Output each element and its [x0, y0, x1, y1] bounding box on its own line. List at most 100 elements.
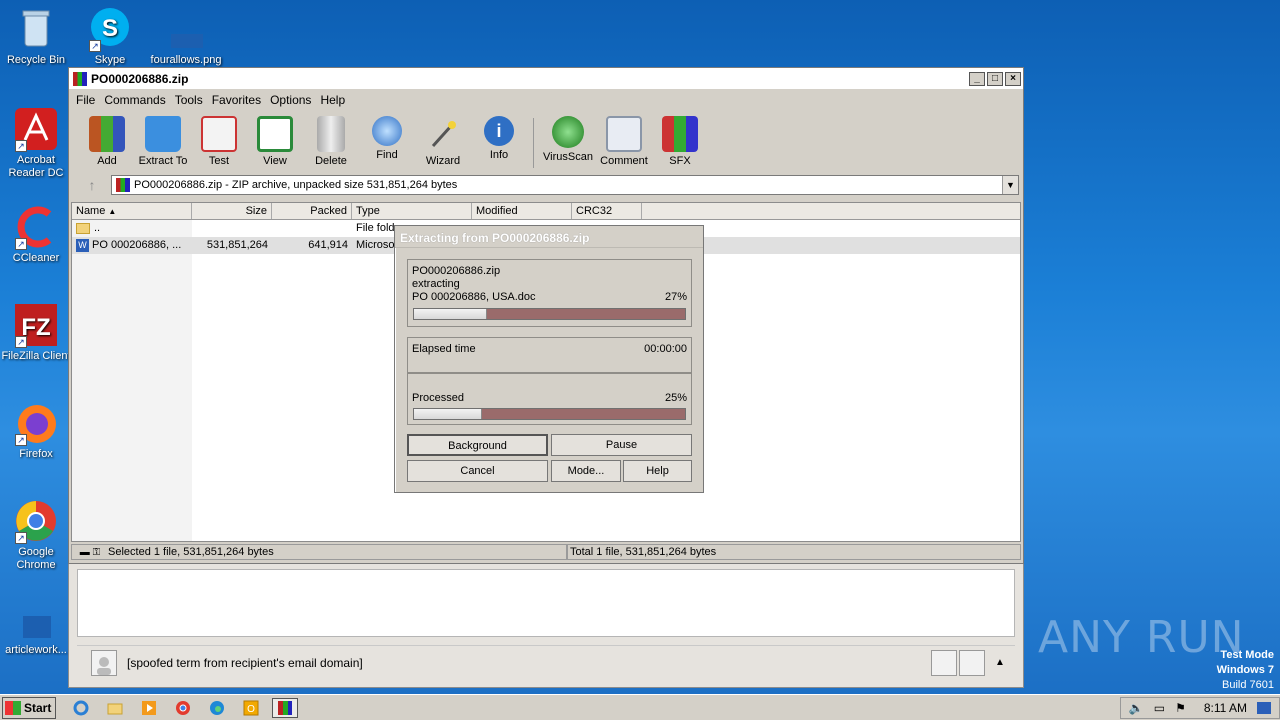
- desktop-icon-ccleaner[interactable]: ↗ CCleaner: [0, 204, 72, 265]
- row-size: [192, 220, 272, 237]
- clock[interactable]: 8:11 AM: [1204, 701, 1247, 715]
- column-packed[interactable]: Packed: [272, 203, 352, 219]
- desktop-icon-skype[interactable]: S ↗ Skype: [74, 6, 146, 67]
- media-player-taskbar-icon[interactable]: [136, 698, 162, 718]
- row-name: W PO 000206886, ...: [72, 237, 192, 254]
- processed-percent: 25%: [664, 392, 687, 404]
- toolbar-extract-button[interactable]: Extract To: [135, 114, 191, 172]
- up-arrow-icon[interactable]: ↑: [73, 177, 111, 193]
- show-desktop-icon[interactable]: [1257, 701, 1271, 714]
- status-total: Total 1 file, 531,851,264 bytes: [567, 544, 1021, 560]
- toolbar-sfx-button[interactable]: SFX: [652, 114, 708, 172]
- comment-icon: [606, 116, 642, 152]
- menu-tools[interactable]: Tools: [172, 93, 209, 107]
- desktop-icon-label: Firefox: [19, 448, 53, 460]
- row-name-text: ..: [94, 222, 101, 234]
- edge-taskbar-icon[interactable]: [204, 698, 230, 718]
- close-button[interactable]: ×: [1005, 71, 1021, 86]
- window-titlebar[interactable]: PO000206886.zip _ □ ×: [69, 68, 1023, 90]
- toolbar-label: Test: [208, 155, 230, 167]
- status-bar: ▬ ⚿ Selected 1 file, 531,851,264 bytes T…: [71, 543, 1021, 561]
- menu-help[interactable]: Help: [317, 93, 351, 107]
- help-button[interactable]: Help: [623, 460, 692, 482]
- taskbar: Start O 🔈 ▭ ⚑ 8:11 AM: [0, 694, 1280, 720]
- test-mode-line: Test Mode: [1220, 649, 1274, 661]
- chrome-taskbar-icon[interactable]: [170, 698, 196, 718]
- toolbar-label: Find: [376, 149, 398, 161]
- start-button[interactable]: Start: [2, 696, 56, 719]
- pause-button[interactable]: Pause: [551, 434, 692, 456]
- action-center-flag-icon[interactable]: ⚑: [1175, 701, 1186, 715]
- desktop-icon-label: Google Chrome: [16, 546, 56, 571]
- folder-icon: [76, 223, 90, 234]
- column-name[interactable]: Name ▲: [72, 203, 192, 219]
- row-name-text: PO 000206886, ...: [92, 239, 182, 251]
- menu-commands[interactable]: Commands: [101, 93, 171, 107]
- outlook-taskbar-icon[interactable]: O: [238, 698, 264, 718]
- maximize-button[interactable]: □: [987, 71, 1003, 86]
- desktop-icon-chrome[interactable]: ↗ Google Chrome: [0, 498, 72, 572]
- status-right-text: Total 1 file, 531,851,264 bytes: [570, 546, 717, 558]
- desktop-icon-firefox[interactable]: ↗ Firefox: [0, 400, 72, 461]
- dialog-title[interactable]: Extracting from PO000206886.zip: [395, 226, 703, 248]
- email-footer: [spoofed term from recipient's email dom…: [77, 645, 1015, 679]
- desktop-icon-recycle-bin[interactable]: Recycle Bin: [0, 6, 72, 67]
- desktop-icon-image-file[interactable]: fourallows.png: [150, 6, 222, 67]
- toolbar-label: Wizard: [425, 155, 461, 167]
- toolbar-info-button[interactable]: i Info: [471, 114, 527, 172]
- contact-avatar-icon: [959, 649, 985, 676]
- volume-icon[interactable]: 🔈: [1129, 701, 1144, 715]
- contact-avatar-icon: [931, 649, 957, 676]
- toolbar-virusscan-button[interactable]: VirusScan: [540, 114, 596, 172]
- ie-taskbar-icon[interactable]: [68, 698, 94, 718]
- network-icon[interactable]: ▭: [1154, 701, 1165, 715]
- winrar-taskbar-icon[interactable]: [272, 697, 298, 718]
- name-column-background: [72, 220, 192, 541]
- column-crc32[interactable]: CRC32: [572, 203, 642, 219]
- column-modified[interactable]: Modified: [472, 203, 572, 219]
- column-type[interactable]: Type: [352, 203, 472, 219]
- status-selected: ▬ ⚿ Selected 1 file, 531,851,264 bytes: [71, 544, 567, 560]
- test-mode-notice: Test Mode Windows 7 Build 7601: [1217, 648, 1274, 693]
- dropdown-arrow-icon[interactable]: ▼: [1002, 176, 1018, 194]
- toolbar-find-button[interactable]: Find: [359, 114, 415, 172]
- toolbar-label: Delete: [315, 155, 347, 167]
- drive-key-icon[interactable]: ▬ ⚿: [72, 547, 108, 558]
- toolbar-view-button[interactable]: View: [247, 114, 303, 172]
- address-field[interactable]: PO000206886.zip - ZIP archive, unpacked …: [111, 175, 1019, 195]
- anyrun-watermark: ANY RUN: [1038, 612, 1245, 663]
- column-size[interactable]: Size: [192, 203, 272, 219]
- menu-favorites[interactable]: Favorites: [209, 93, 267, 107]
- background-button[interactable]: Background: [407, 434, 548, 456]
- winrar-app-icon: [73, 71, 87, 86]
- row-packed: [272, 220, 352, 237]
- system-tray: 🔈 ▭ ⚑ 8:11 AM: [1119, 696, 1280, 719]
- mode-button[interactable]: Mode...: [551, 460, 621, 482]
- menu-bar: File Commands Tools Favorites Options He…: [69, 90, 1023, 110]
- desktop-icon-article[interactable]: articlework...: [0, 596, 72, 657]
- toolbar-test-button[interactable]: Test: [191, 114, 247, 172]
- add-archive-icon: [89, 116, 125, 152]
- minimize-button[interactable]: _: [969, 71, 985, 86]
- document-file-icon: [13, 596, 59, 642]
- elapsed-value: 00:00:00: [644, 343, 687, 355]
- toolbar-delete-button[interactable]: Delete: [303, 114, 359, 172]
- windows-flag-icon: [5, 700, 21, 715]
- desktop-icon-label: Acrobat Reader DC: [8, 154, 64, 179]
- menu-options[interactable]: Options: [267, 93, 317, 107]
- cancel-button[interactable]: Cancel: [407, 460, 548, 482]
- toolbar-add-button[interactable]: Add: [79, 114, 135, 172]
- info-icon: i: [484, 116, 514, 146]
- collapse-icon[interactable]: ▲: [985, 657, 1015, 668]
- start-label: Start: [24, 700, 52, 715]
- extract-progress-dialog: Extracting from PO000206886.zip PO000206…: [394, 225, 704, 493]
- toolbar-label: View: [263, 155, 287, 167]
- menu-file[interactable]: File: [73, 93, 101, 107]
- svg-text:S: S: [102, 15, 118, 42]
- explorer-taskbar-icon[interactable]: [102, 698, 128, 718]
- toolbar-wizard-button[interactable]: Wizard: [415, 114, 471, 172]
- toolbar-comment-button[interactable]: Comment: [596, 114, 652, 172]
- file-progress-bar: [413, 308, 686, 320]
- desktop-icon-filezilla[interactable]: FZ ↗ FileZilla Client: [0, 302, 72, 363]
- desktop-icon-acrobat[interactable]: ↗ Acrobat Reader DC: [0, 106, 72, 180]
